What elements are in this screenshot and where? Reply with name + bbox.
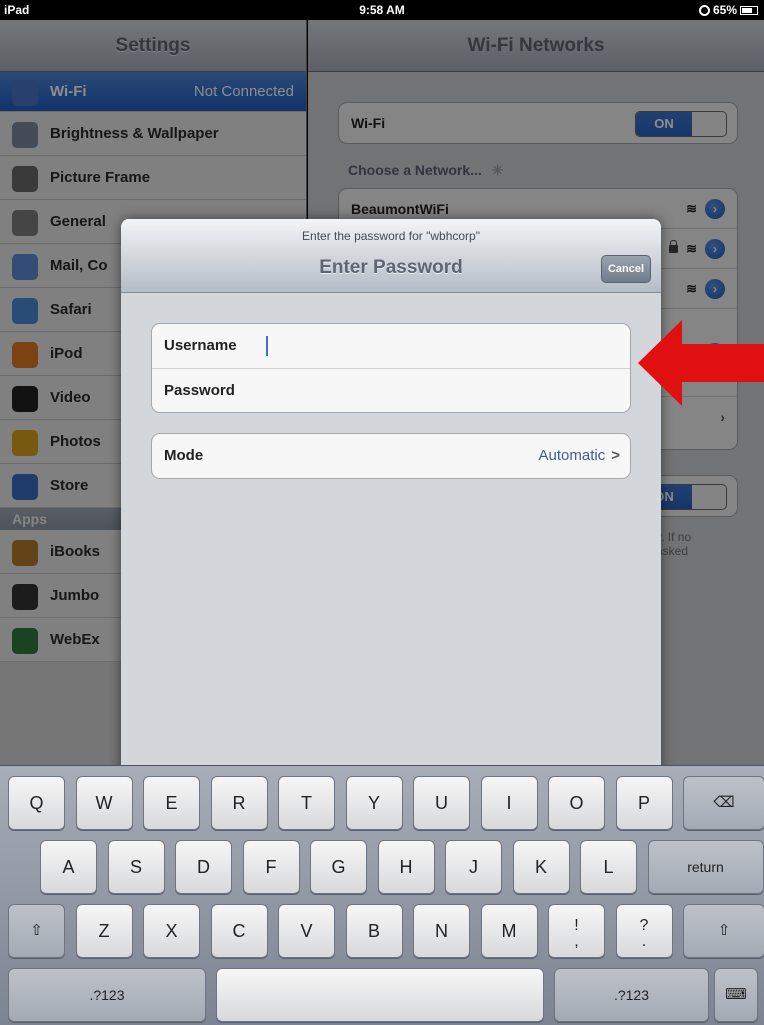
key-a[interactable]: A [40,840,97,894]
screen: Settings Wi-Fi Not Connected Brightness & … [0,20,764,765]
password-field[interactable]: Password [152,368,630,412]
status-right: 65% [698,3,758,17]
key-q[interactable]: Q [8,776,65,830]
username-field[interactable]: Username [152,324,630,368]
credentials-group: Username Password [151,323,631,413]
clock: 9:58 AM [359,3,405,17]
key-s[interactable]: S [107,840,165,894]
key-u[interactable]: U [413,776,470,830]
key-j[interactable]: J [445,840,502,894]
enter-password-dialog: Enter the password for "wbhcorp" Enter P… [121,219,661,765]
cancel-button[interactable]: Cancel [601,255,651,283]
key-bottom-char: . [641,933,647,950]
dialog-prompt: Enter the password for "wbhcorp" [302,229,480,243]
key-z[interactable]: Z [75,904,133,958]
battery-icon [740,5,758,15]
key-l[interactable]: L [580,840,637,894]
key-g[interactable]: G [310,840,367,894]
status-bar: iPad 9:58 AM 65% [0,0,764,20]
numbers-key-right[interactable]: .?123 [554,968,709,1022]
key-w[interactable]: W [75,776,133,830]
mode-label: Mode [164,447,204,464]
key-c[interactable]: C [210,904,268,958]
key-p[interactable]: P [615,776,673,830]
battery-percent: 65% [712,3,737,17]
key-bottom-char: , [574,933,579,950]
mode-row[interactable]: Mode Automatic > [152,434,630,478]
mode-value: Automatic > [538,447,620,464]
username-label: Username [164,337,237,354]
key-top-char: ! [574,917,579,934]
key-y[interactable]: Y [345,776,403,830]
numbers-key-left[interactable]: .?123 [8,968,206,1022]
key-t[interactable]: T [278,776,335,830]
key-n[interactable]: N [413,904,470,958]
key-o[interactable]: O [548,776,605,830]
space-bar[interactable] [216,968,544,1022]
key-exclaim-comma[interactable]: !, [548,904,605,958]
key-m[interactable]: M [480,904,538,958]
shift-key-left[interactable]: ⇧ [8,904,65,958]
key-f[interactable]: F [242,840,300,894]
chevron-right-icon: > [611,447,620,464]
backspace-key[interactable]: ⌫ [683,776,764,830]
key-b[interactable]: B [345,904,403,958]
key-x[interactable]: X [143,904,200,958]
key-e[interactable]: E [143,776,200,830]
text-cursor [266,336,268,356]
mode-group: Mode Automatic > [151,433,631,479]
red-arrow-annotation [638,320,764,406]
key-d[interactable]: D [175,840,232,894]
shift-key-right[interactable]: ⇧ [683,904,764,958]
key-v[interactable]: V [278,904,335,958]
on-screen-keyboard: Q W E R T Y U I O P ⌫ A S D F G H J K Lreturn ⇧ Z X C V B N M!,?. ⇧.… [0,765,764,1025]
password-label: Password [164,382,235,399]
key-r[interactable]: R [210,776,268,830]
hide-keyboard-key[interactable]: ⌨ [714,968,758,1022]
return-key[interactable]: return [647,840,764,894]
dialog-header: Enter the password for "wbhcorp" Enter P… [121,219,661,293]
key-top-char: ? [639,917,649,934]
key-k[interactable]: K [512,840,570,894]
dialog-title: Enter Password [319,257,463,278]
key-question-period[interactable]: ?. [615,904,673,958]
key-h[interactable]: H [377,840,435,894]
key-i[interactable]: I [480,776,538,830]
rotation-lock-icon [698,4,710,16]
